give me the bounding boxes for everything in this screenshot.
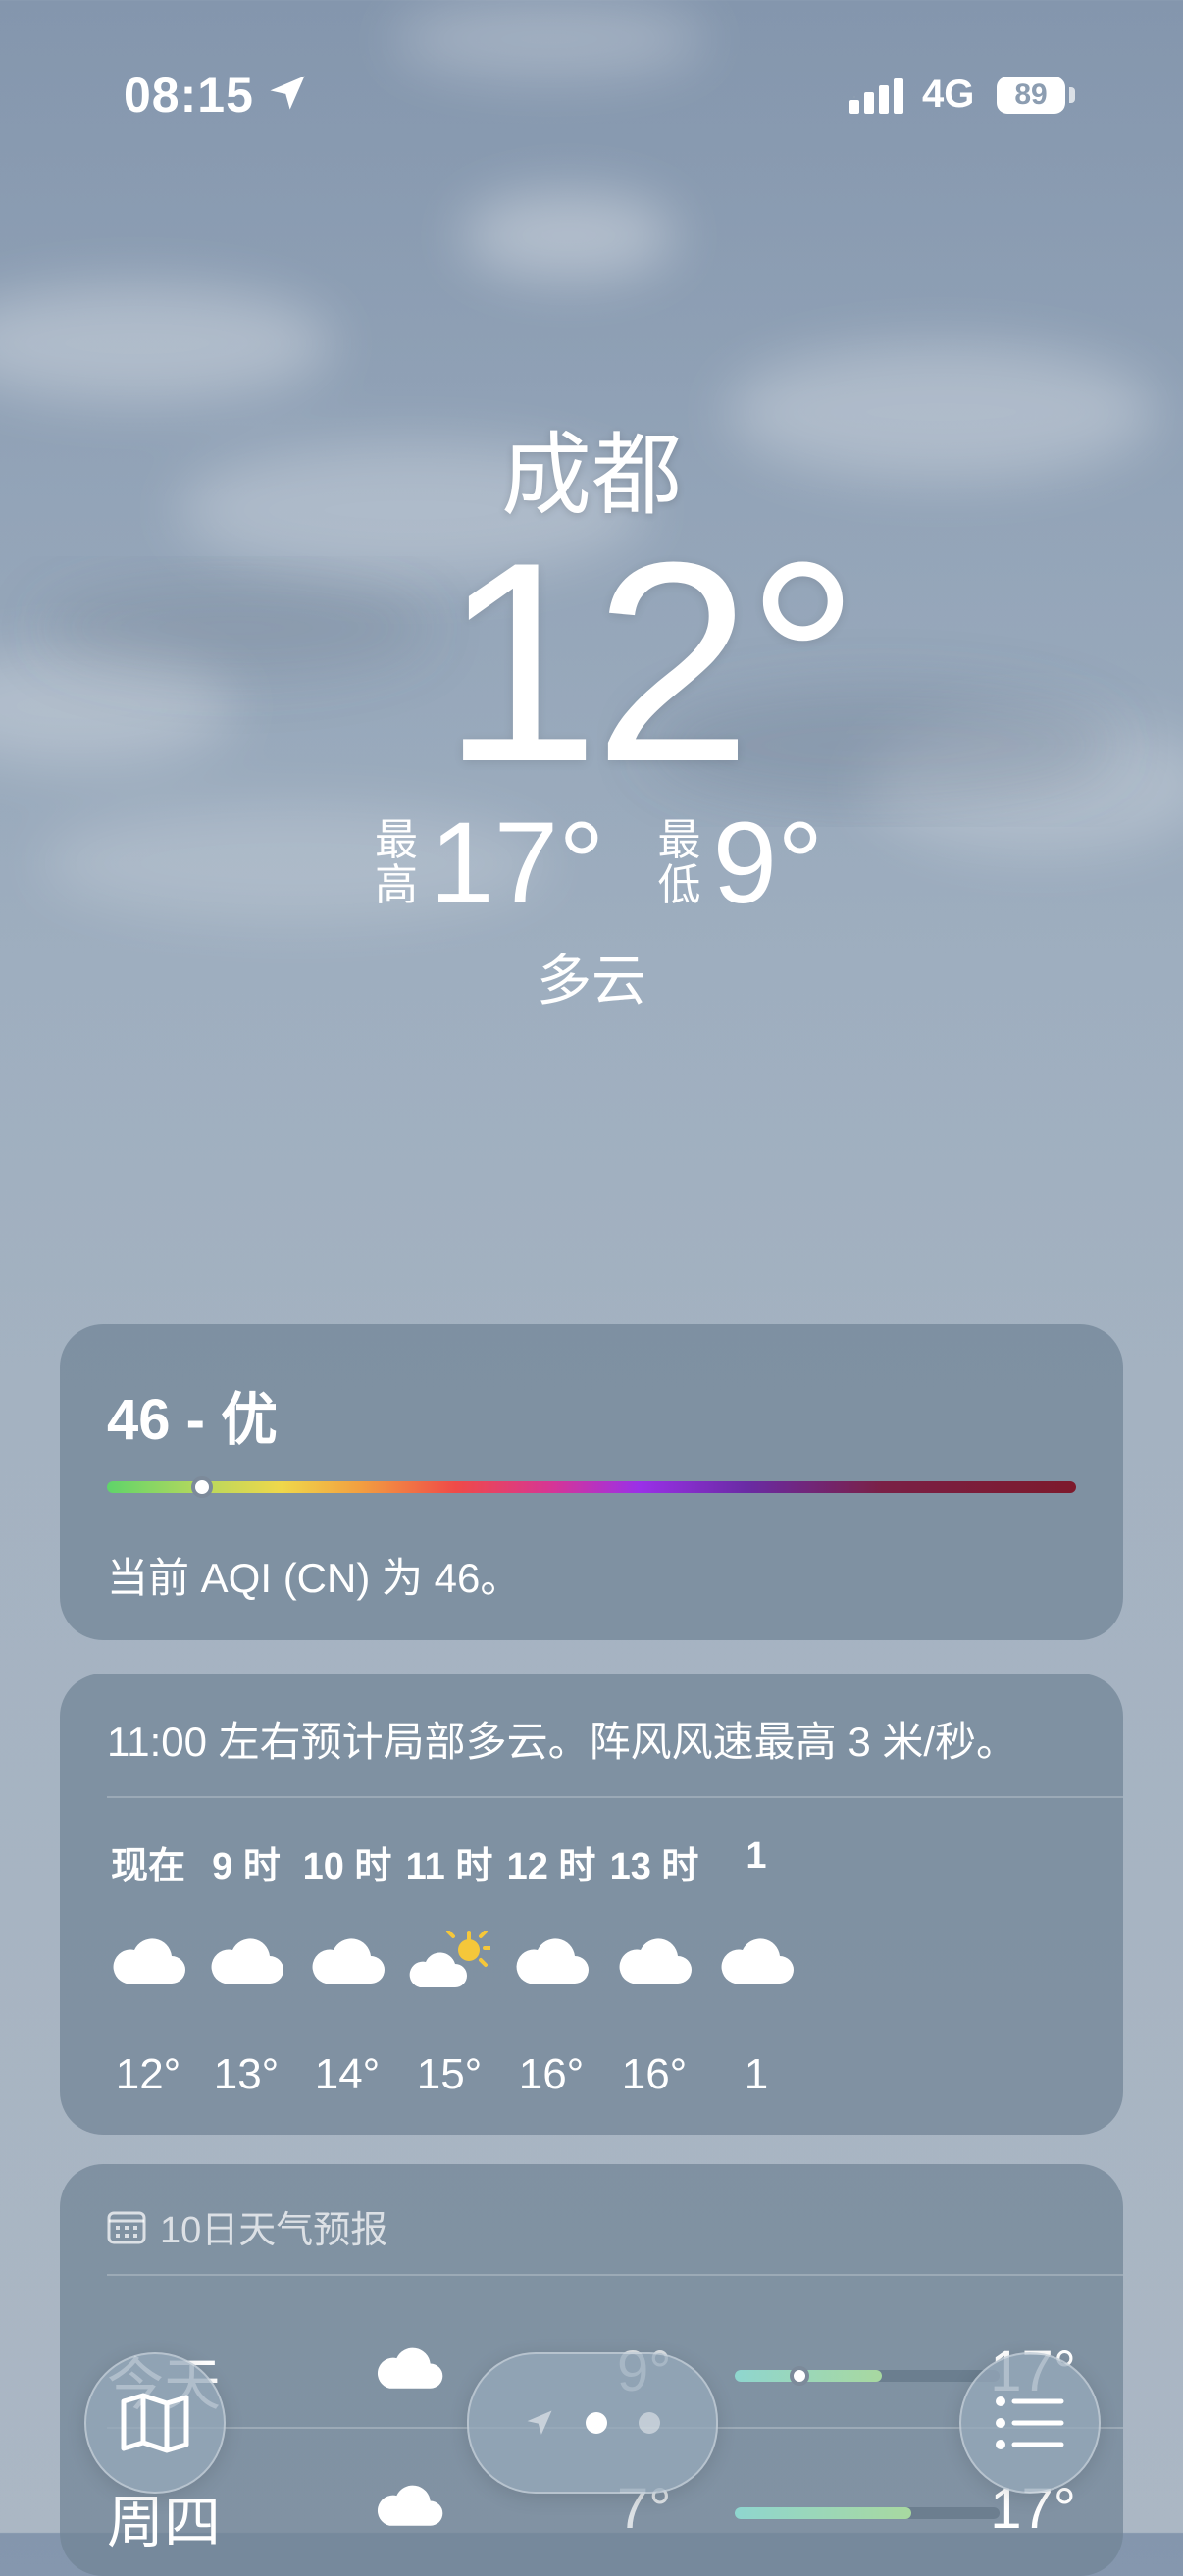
network-type: 4G	[922, 73, 975, 116]
divider	[107, 2274, 1123, 2276]
high-temperature: 17°	[430, 799, 605, 928]
temperature-range-fill	[735, 2507, 911, 2519]
aqi-scale-bar	[107, 1481, 1076, 1493]
map-button[interactable]	[84, 2352, 226, 2494]
signal-icon	[849, 78, 903, 114]
status-bar: 08:15 4G 89	[0, 0, 1183, 196]
cloud-icon	[377, 2485, 443, 2526]
page-dot-current[interactable]	[586, 2412, 607, 2434]
cloud-icon	[619, 1938, 692, 1984]
low-label: 最 低	[657, 816, 701, 909]
low-temperature: 9°	[712, 799, 824, 928]
map-icon	[121, 2393, 189, 2453]
location-page-indicator[interactable]	[467, 2352, 718, 2494]
forecast-header-label: 10日天气预报	[160, 2210, 388, 2251]
battery-indicator: 89	[997, 77, 1065, 114]
cloud-icon	[721, 1938, 794, 1984]
city-list-button[interactable]	[959, 2352, 1101, 2494]
aqi-description: 当前 AQI (CN) 为 46。	[107, 1555, 522, 1601]
temperature-range-bar	[735, 2507, 1000, 2519]
cloud-icon	[516, 1938, 589, 1984]
current-temp-dot	[790, 2366, 809, 2386]
partly-sunny-icon	[409, 1931, 490, 1987]
cloud-icon	[377, 2347, 443, 2389]
high-low: 最 高 17° 最 低 9°	[373, 804, 874, 922]
weather-condition: 多云	[537, 950, 646, 1011]
cloud-icon	[312, 1938, 385, 1984]
hour-item: 11	[688, 1674, 825, 2135]
hourly-forecast-card[interactable]: 11:00 左右预计局部多云。阵风风速最高 3 米/秒。 现在 12° 9 时 13°…	[60, 1674, 1123, 2135]
list-icon	[996, 2396, 1064, 2449]
temperature-range-bar	[735, 2366, 1000, 2386]
page-dot[interactable]	[639, 2412, 660, 2434]
high-label: 最 高	[375, 816, 418, 909]
aqi-indicator	[191, 1476, 213, 1498]
current-temperature: 12°	[441, 503, 860, 821]
battery-tip	[1069, 87, 1075, 103]
forecast-header: 10日天气预报	[107, 2199, 387, 2253]
hour-temperature: 1	[744, 2050, 769, 2098]
aqi-title: 46 - 优	[107, 1388, 279, 1452]
cloud-icon	[211, 1938, 283, 1984]
status-time: 08:15	[124, 68, 254, 123]
location-arrow-icon[interactable]	[525, 2408, 554, 2438]
calendar-icon	[107, 2211, 146, 2243]
hour-label: 1	[746, 1835, 767, 1877]
location-arrow-icon	[270, 76, 305, 110]
aqi-card[interactable]: 46 - 优 当前 AQI (CN) 为 46。	[60, 1324, 1123, 1640]
